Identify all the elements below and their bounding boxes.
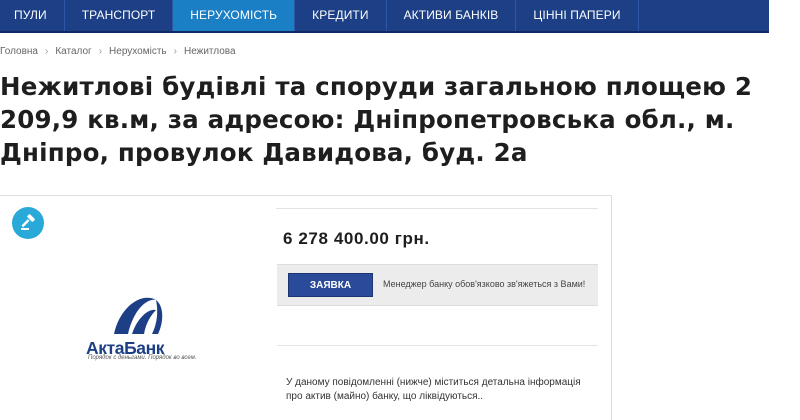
- nav-item-securities[interactable]: ЦІННІ ПАПЕРИ: [516, 0, 639, 31]
- nav-item-credits[interactable]: КРЕДИТИ: [295, 0, 387, 31]
- breadcrumb-separator: ›: [98, 46, 103, 57]
- lot-price: 6 278 400.00 грн.: [283, 229, 430, 248]
- breadcrumb-separator: ›: [173, 46, 177, 57]
- section-divider: [277, 345, 598, 346]
- breadcrumb-separator: ›: [45, 46, 49, 57]
- manager-note: Менеджер банку обов'язково зв'яжеться з …: [383, 279, 586, 289]
- nav-item-pools[interactable]: ПУЛИ: [0, 0, 65, 31]
- top-navigation: ПУЛИ ТРАНСПОРТ НЕРУХОМІСТЬ КРЕДИТИ АКТИВ…: [0, 0, 769, 33]
- price-top-divider: [276, 208, 598, 209]
- request-button[interactable]: ЗАЯВКА: [288, 273, 373, 297]
- lot-info-text: У даному повідомленні (нижче) міститься …: [286, 377, 581, 402]
- auction-badge: [12, 207, 44, 239]
- nav-item-bank-assets[interactable]: АКТИВИ БАНКІВ: [387, 0, 517, 31]
- bank-slogan: Порядок с деньгами. Порядок во всем.: [88, 355, 197, 361]
- bank-logo-mark: [114, 297, 163, 334]
- nav-item-real-estate[interactable]: НЕРУХОМІСТЬ: [173, 0, 296, 31]
- gavel-icon: [21, 214, 35, 230]
- breadcrumb-catalog[interactable]: Каталог: [55, 46, 91, 57]
- nav-item-transport[interactable]: ТРАНСПОРТ: [65, 0, 174, 31]
- breadcrumb-real-estate[interactable]: Нерухомість: [109, 46, 167, 57]
- page-title: Нежитлові будівлі та споруди загальною п…: [0, 72, 753, 167]
- breadcrumb-non-residential[interactable]: Нежитлова: [184, 46, 236, 57]
- breadcrumb-home[interactable]: Головна: [0, 46, 38, 57]
- breadcrumb: Головна › Каталог › Нерухомість › Нежитл…: [0, 46, 236, 57]
